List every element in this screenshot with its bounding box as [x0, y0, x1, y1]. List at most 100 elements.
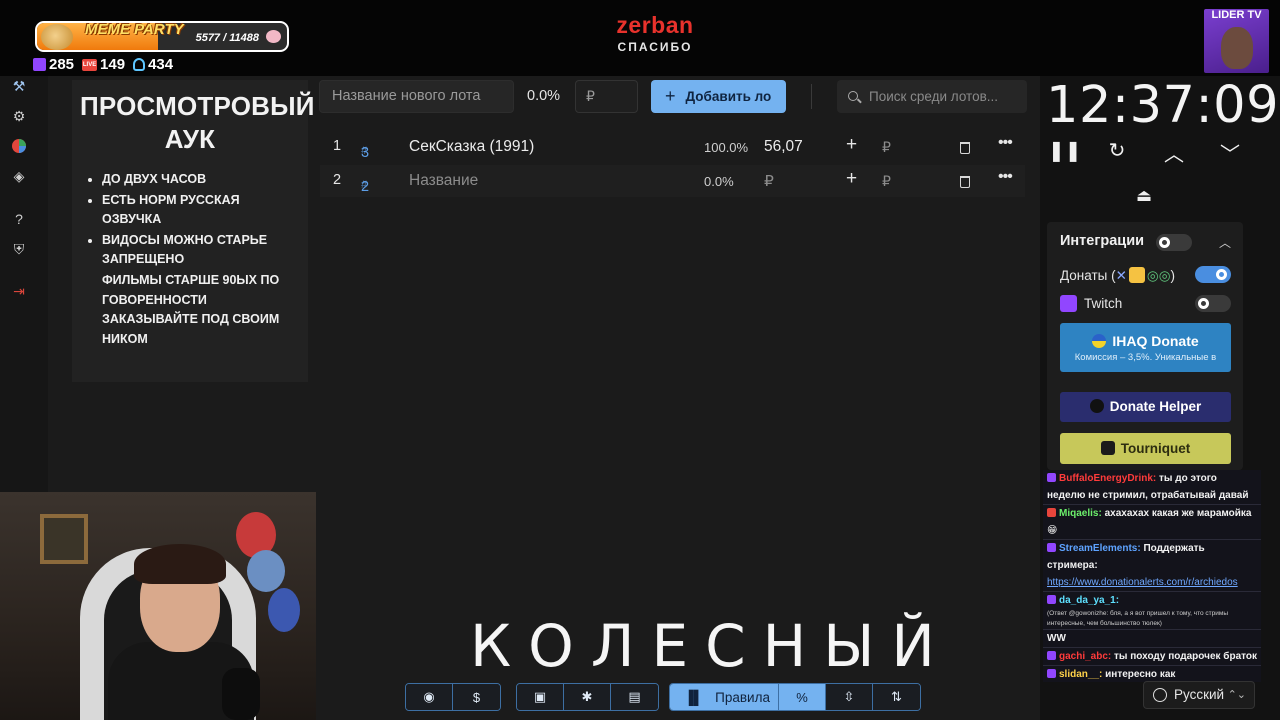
donate-dollar-button[interactable]: $	[453, 684, 500, 710]
sort-icon[interactable]: ⇅	[873, 684, 920, 710]
donor-name: zerban	[616, 12, 694, 38]
globe-icon	[1153, 688, 1167, 702]
lot-row: 1 #3 СекСказка (1991) 100.0% 56,07 + ₽ •…	[333, 134, 1013, 161]
rules-item: ЕСТЬ НОРМ РУССКАЯ ОЗВУЧКА	[102, 191, 300, 230]
chevron-up-icon[interactable]: ︿	[1161, 138, 1187, 167]
chat-message: da_da_ya_1:	[1043, 592, 1261, 609]
donations-label: Донаты (	[1060, 268, 1116, 283]
chevron-updown-icon: ⌃⌄	[1227, 689, 1246, 701]
pause-icon[interactable]: ❚❚	[1048, 138, 1082, 163]
lot-percent: 0.0%	[704, 174, 734, 189]
avatar-face	[1221, 27, 1253, 69]
pig-icon	[266, 30, 281, 43]
lot-add-amount-button[interactable]: +	[846, 134, 857, 156]
meme-party-count: 5577 / 11488	[195, 32, 259, 44]
lot-amount[interactable]: ₽	[764, 172, 774, 191]
donationalerts-icon	[1128, 267, 1145, 283]
donate-helper-button[interactable]: Donate Helper	[1060, 392, 1231, 422]
bug-icon[interactable]: ✱	[564, 684, 611, 710]
view-group: ▐▌ Правила % ⇳ ⇅	[669, 683, 921, 711]
trash-icon[interactable]	[960, 142, 970, 154]
channel-badge-text: LIDER TV	[1211, 9, 1262, 21]
compact-view-icon[interactable]: ⇳	[826, 684, 873, 710]
chat-message: Miqaelis: ахахахах какая же марамойка😁	[1043, 505, 1261, 540]
collapse-icon[interactable]: ⏏	[1136, 186, 1152, 206]
percent-toggle-button[interactable]: %	[779, 684, 826, 710]
clear-trash-icon[interactable]: ▤	[611, 684, 658, 710]
rules-list: ДО ДВУХ ЧАСОВ ЕСТЬ НОРМ РУССКАЯ ОЗВУЧКА …	[102, 170, 300, 349]
lot-name[interactable]: Название	[409, 172, 478, 190]
restart-icon[interactable]: ↻	[1104, 138, 1130, 163]
help-icon[interactable]: ?	[11, 211, 27, 227]
ihaq-donate-button[interactable]: IHAQ Donate Комиссия – 3,5%. Уникальные …	[1060, 323, 1231, 372]
wheel-icon[interactable]	[11, 138, 27, 154]
search-icon	[848, 91, 858, 101]
lot-index: 2	[333, 172, 342, 188]
integrations-title: Интеграции	[1060, 233, 1145, 249]
gear-icon[interactable]: ⚙	[11, 108, 27, 124]
balloon-sonic	[268, 588, 300, 632]
actions-group: ▣ ✱ ▤	[516, 683, 659, 711]
plus-icon: +	[665, 86, 676, 106]
lot-name[interactable]: СекСказка (1991)	[409, 138, 534, 156]
chevron-down-icon[interactable]: ﹀	[1217, 138, 1243, 167]
rules-icon: ▐▌	[684, 689, 704, 705]
donor-thanks: СПАСИБО	[617, 40, 693, 54]
lot-add-amount-input[interactable]: ₽	[882, 173, 891, 190]
twitch-toggle[interactable]	[1195, 295, 1231, 312]
more-options-icon[interactable]: •••	[998, 134, 1013, 152]
add-lot-button[interactable]: + Добавить ло	[651, 80, 786, 113]
rules-item: ВИДОСЫ МОЖНО СТАРЬЕ ЗАПРЕЩЕНО	[102, 231, 300, 270]
save-icon[interactable]: ▣	[517, 684, 564, 710]
lot-index: 1	[333, 138, 342, 154]
search-input[interactable]: Поиск среди лотов...	[837, 80, 1027, 113]
tourniquet-button[interactable]: Tourniquet	[1060, 433, 1231, 464]
chat-message: slidan__: интересно как	[1043, 666, 1261, 682]
microphone	[222, 668, 260, 720]
stream-overlay-bar: MEME PARTY 5577 / 11488 285 LIVE 149 434 …	[0, 0, 1280, 76]
lot-add-amount-button[interactable]: +	[846, 168, 857, 190]
donations-row: Донаты (✕ ◎◎)	[1060, 267, 1175, 283]
new-lot-amount-input[interactable]: ₽	[575, 80, 638, 113]
chat-link[interactable]: https://www.donationalerts.com/r/archied…	[1047, 577, 1238, 588]
layers-icon[interactable]: ◈	[11, 168, 27, 184]
twitch-icon	[1060, 295, 1077, 312]
ihaq-icon	[1092, 334, 1107, 348]
user-icon	[133, 58, 146, 71]
shield-icon[interactable]: ⛨	[11, 241, 27, 257]
integrations-toggle[interactable]	[1156, 234, 1192, 251]
language-select[interactable]: Русский ⌃⌄	[1143, 681, 1255, 709]
new-lot-name-input[interactable]: Название нового лота	[319, 80, 514, 113]
donations-toggle[interactable]	[1195, 266, 1231, 283]
twitch-row: Twitch	[1060, 295, 1122, 312]
live-viewer-count: 149	[100, 56, 126, 73]
toolbar-divider	[811, 84, 812, 109]
chat-message: StreamElements: Поддержать стримера: htt…	[1043, 540, 1261, 592]
sidebar: ⚒ ⚙ ◈ ? ⛨ ⇥	[0, 76, 48, 496]
auction-hammer-icon[interactable]: ⚒	[11, 78, 27, 94]
channel-avatar: LIDER TV	[1204, 9, 1269, 73]
viewer-counts: 285 LIVE 149 434	[33, 56, 173, 73]
twitch-label: Twitch	[1084, 296, 1123, 311]
lot-amount[interactable]: 56,07	[764, 138, 803, 156]
rules-title: ПРОСМОТРОВЫЙ АУК	[80, 91, 315, 154]
more-options-icon[interactable]: •••	[998, 168, 1013, 186]
links-group: ◉ $	[405, 683, 501, 711]
balloon-blue	[247, 550, 285, 592]
logout-icon[interactable]: ⇥	[11, 283, 27, 299]
trash-icon[interactable]	[960, 176, 970, 188]
search-placeholder: Поиск среди лотов...	[869, 89, 999, 104]
new-lot-percent: 0.0%	[527, 88, 561, 104]
rules-toggle-button[interactable]: ▐▌ Правила	[670, 684, 779, 710]
ihaq-subtitle: Комиссия – 3,5%. Уникальные в	[1074, 352, 1217, 363]
add-lot-label: Добавить ло	[685, 89, 772, 104]
chat-reply: (Ответ @gowonizhe: бля, а я вот пришел к…	[1043, 609, 1261, 630]
wall-painting	[40, 514, 88, 564]
lot-add-amount-input[interactable]: ₽	[882, 139, 891, 156]
language-value: Русский	[1174, 687, 1225, 702]
github-icon[interactable]: ◉	[406, 684, 453, 710]
meme-party-title: MEME PARTY	[85, 21, 184, 38]
rules-panel: ПРОСМОТРОВЫЙ АУК ДО ДВУХ ЧАСОВ ЕСТЬ НОРМ…	[72, 80, 315, 382]
chevron-up-icon[interactable]: ︿	[1219, 234, 1231, 251]
rules-item-continuation: ФИЛЬМЫ СТАРШЕ 90ЫХ ПО ГОВОРЕННОСТИ ЗАКАЗ…	[102, 272, 280, 346]
